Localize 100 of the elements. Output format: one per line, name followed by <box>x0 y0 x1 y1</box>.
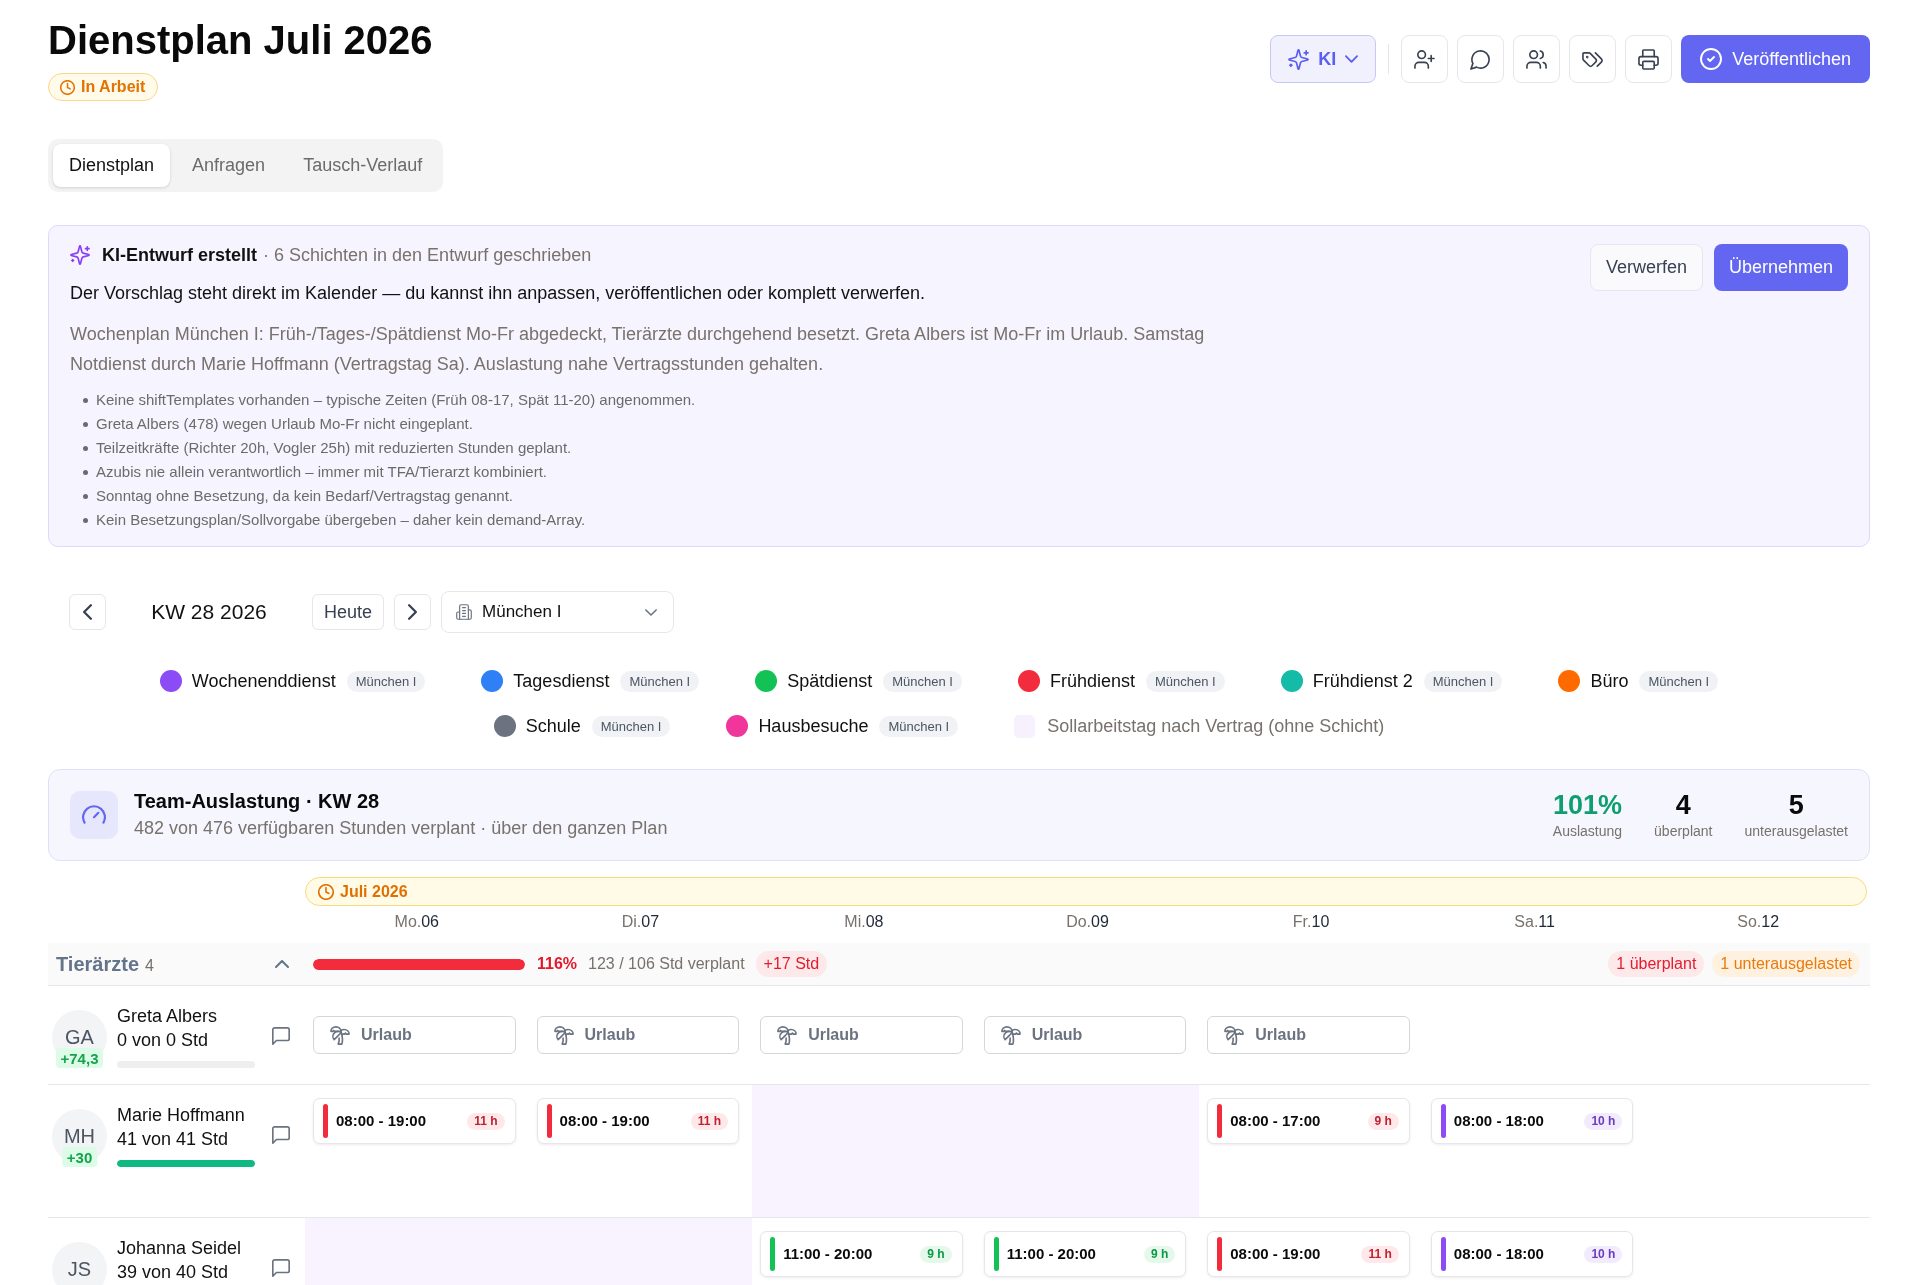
shift-card[interactable]: 08:00 - 19:00 11 h <box>1207 1231 1410 1277</box>
draft-meta: · 6 Schichten in den Entwurf geschrieben <box>263 244 592 266</box>
users-icon <box>1526 48 1548 70</box>
vacation-label: Urlaub <box>1255 1025 1306 1045</box>
comments-button[interactable] <box>1457 35 1505 83</box>
vacation-label: Urlaub <box>808 1025 859 1045</box>
location-tag: München I <box>879 715 959 737</box>
tab[interactable]: Dienstplan <box>53 144 171 187</box>
user-plus-icon <box>1414 48 1436 70</box>
employee-name: Marie Hoffmann <box>117 1104 246 1127</box>
week-label: KW 28 2026 <box>150 599 268 625</box>
utilization-summary: 482 von 476 verfügbaren Stunden verplant · über den ganzen Plan <box>134 817 668 840</box>
chevron-left-icon <box>83 604 92 620</box>
shift-card[interactable]: 08:00 - 18:00 10 h <box>1430 1231 1634 1277</box>
printer-icon <box>1638 48 1660 70</box>
hours-balance: +74,3 <box>55 1048 104 1068</box>
location-tag: München I <box>591 715 671 737</box>
page-title: Dienstplan Juli 2026 <box>48 17 433 64</box>
legend-label: Frühdienst 2 <box>1312 670 1413 692</box>
today-button[interactable]: Heute <box>312 594 385 630</box>
note-text: Keine shiftTemplates vorhanden – typische Zeiten (Früh 08-17, Spät 11-20) angenommen. <box>96 390 696 410</box>
note-text: Sonntag ohne Besetzung, da kein Bedarf/Vertragstag genannt. <box>96 486 513 506</box>
shift-time: 11:00 - 20:00 <box>1006 1244 1096 1264</box>
bullet-icon <box>83 397 88 403</box>
legend-label: Wochenenddienst <box>191 670 336 692</box>
tab[interactable]: Tausch-Verlauf <box>287 144 439 187</box>
palm-tree-icon <box>330 1025 350 1045</box>
sparkles-icon <box>70 245 90 265</box>
status-text: In Arbeit <box>81 77 146 97</box>
chevron-up-icon[interactable] <box>275 960 289 968</box>
bullet-icon <box>83 469 88 475</box>
add-person-button[interactable] <box>1401 35 1449 83</box>
overplanned-flag: 1 überplant <box>1608 951 1705 977</box>
shift-card[interactable]: 11:00 - 20:00 9 h <box>760 1231 963 1277</box>
shift-card[interactable]: 08:00 - 19:00 11 h <box>313 1098 516 1144</box>
stat-value: 4 <box>1675 789 1691 821</box>
day-header: Mi.08 <box>844 912 884 932</box>
month-label: Juli 2026 <box>340 881 408 902</box>
bullet-icon <box>83 421 88 427</box>
hours-delta: +17 Std <box>755 951 828 977</box>
location-tag: München I <box>620 670 700 692</box>
next-week-button[interactable] <box>394 594 432 630</box>
publish-button[interactable]: Veröffentlichen <box>1681 35 1870 83</box>
group-name: Tierärzte <box>56 952 139 976</box>
previous-week-button[interactable] <box>69 594 106 630</box>
comment-icon[interactable] <box>271 1026 291 1046</box>
avatar: JS <box>52 1242 107 1285</box>
day-header: Sa.11 <box>1514 912 1555 932</box>
bullet-icon <box>83 493 88 499</box>
sparkles-icon <box>1288 48 1310 70</box>
palm-tree-icon <box>1224 1025 1245 1045</box>
legend-label: Spätdienst <box>787 670 873 692</box>
bullet-icon <box>83 517 88 523</box>
location-tag: München I <box>1423 670 1503 692</box>
location-select[interactable]: München I <box>441 591 675 633</box>
comment-icon[interactable] <box>271 1125 291 1145</box>
legend-label: Hausbesuche <box>758 715 869 737</box>
vacation-block[interactable]: Urlaub <box>536 1016 740 1054</box>
stat-label: Auslastung <box>1552 822 1623 841</box>
check-circle-icon <box>1700 48 1723 70</box>
bullet-icon <box>83 445 88 451</box>
comment-icon[interactable] <box>271 1258 291 1278</box>
note-text: Greta Albers (478) wegen Urlaub Mo-Fr nicht eingeplant. <box>96 414 473 434</box>
vacation-block[interactable]: Urlaub <box>760 1016 963 1054</box>
stat-label: überplant <box>1654 822 1713 841</box>
shift-time: 08:00 - 19:00 <box>1230 1244 1321 1264</box>
vacation-label: Urlaub <box>584 1025 636 1045</box>
shift-duration: 11 h <box>467 1112 505 1130</box>
vacation-block[interactable]: Urlaub <box>1207 1016 1410 1054</box>
day-header: So.12 <box>1737 912 1780 932</box>
shift-duration: 9 h <box>920 1245 952 1263</box>
shift-card[interactable]: 08:00 - 18:00 10 h <box>1430 1098 1634 1144</box>
note-text: Azubis nie allein verantwortlich – immer mit TFA/Tierarzt kombiniert. <box>96 462 547 482</box>
speech-bubble-icon <box>1470 48 1492 70</box>
draft-summary: Wochenplan München I: Früh-/Tages-/Spätdienst Mo-Fr abgedeckt, Tierärzte durchgehend besetzt. Greta Albers ist Mo-Fr im Urlaub. Samstag Notdienst durch Marie Hoffmann (Vertragstag Sa). Auslastung nahe Vertragsstunden gehalten. <box>70 323 1206 376</box>
team-button[interactable] <box>1513 35 1561 83</box>
discard-button[interactable]: Verwerfen <box>1589 244 1703 291</box>
stat-label: unterausgelastet <box>1744 822 1848 841</box>
shift-duration: 10 h <box>1584 1245 1623 1263</box>
group-hours: 123 / 106 Std verplant <box>588 955 745 973</box>
employee-hours: 0 von 0 Std <box>117 1029 210 1051</box>
shift-time: 08:00 - 19:00 <box>336 1111 427 1131</box>
group-count: 4 <box>145 955 154 976</box>
shift-card[interactable]: 08:00 - 17:00 9 h <box>1207 1098 1410 1144</box>
palm-tree-icon <box>777 1025 798 1045</box>
vacation-label: Urlaub <box>361 1025 412 1045</box>
underutilized-flag: 1 unterausgelastet <box>1712 951 1860 977</box>
employee-name: Johanna Seidel <box>117 1237 243 1260</box>
employee-hours: 41 von 41 Std <box>117 1128 230 1150</box>
tags-button[interactable] <box>1569 35 1617 83</box>
tab[interactable]: Anfragen <box>176 144 282 187</box>
shift-card[interactable]: 08:00 - 19:00 11 h <box>536 1098 740 1144</box>
shift-card[interactable]: 11:00 - 20:00 9 h <box>983 1231 1187 1277</box>
employee-name: Greta Albers <box>117 1005 219 1028</box>
ai-menu-button[interactable]: KI <box>1270 35 1377 83</box>
vacation-block[interactable]: Urlaub <box>983 1016 1187 1054</box>
chevron-down-icon <box>1345 55 1359 63</box>
accept-button[interactable]: Übernehmen <box>1713 244 1848 291</box>
print-button[interactable] <box>1625 35 1673 83</box>
vacation-block[interactable]: Urlaub <box>313 1016 516 1054</box>
